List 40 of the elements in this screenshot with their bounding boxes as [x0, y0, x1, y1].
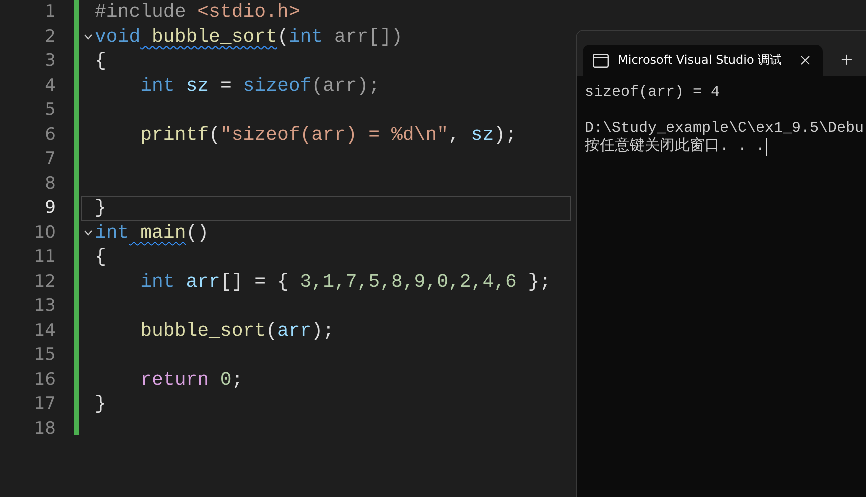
line-number: 16 — [34, 368, 56, 392]
line-number: 5 — [45, 99, 56, 122]
code-line: { — [95, 245, 106, 270]
line-number: 1 — [45, 1, 56, 24]
code-line: bubble_sort(arr); — [140, 318, 334, 343]
line-number: 17 — [34, 393, 56, 416]
line-number: 2 — [45, 26, 56, 48]
tab-title: Microsoft Visual Studio 调试 — [618, 52, 784, 69]
line-number: 11 — [34, 246, 56, 269]
code-line: { — [95, 49, 106, 74]
line-number: 12 — [34, 270, 56, 294]
new-tab-button[interactable] — [839, 52, 855, 68]
line-number: 15 — [34, 344, 56, 367]
line-number: 8 — [45, 172, 56, 196]
line-number: 9 — [45, 197, 56, 220]
code-line: } — [95, 196, 106, 220]
console-output-line: sizeof(arr) = 4 — [585, 84, 720, 102]
line-number: 14 — [34, 320, 56, 342]
console-output-line: D:\Study_example\C\ex1_9.5\Debu — [585, 120, 864, 137]
code-line: void bubble_sort(int arr[]) — [95, 24, 403, 49]
code-line: return 0; — [140, 368, 244, 392]
code-line: #include <stdio.h> — [95, 0, 300, 24]
code-line: int arr[] = { 3,1,7,5,8,9,0,2,4,6 }; — [140, 270, 552, 294]
line-number: 6 — [45, 124, 56, 146]
fold-chevron-icon[interactable] — [84, 230, 93, 236]
line-number: 10 — [34, 222, 56, 244]
code-line: printf("sizeof(arr) = %d\n", sz); — [140, 122, 517, 147]
code-line: int main() — [95, 220, 210, 245]
line-number: 4 — [45, 74, 56, 98]
line-number: 18 — [34, 418, 56, 440]
console-tab[interactable]: Microsoft Visual Studio 调试 — [583, 45, 823, 76]
line-number: 3 — [45, 50, 56, 73]
terminal-icon — [593, 54, 609, 68]
console-output-line: 按任意键关闭此窗口. . . — [585, 138, 766, 156]
text-cursor — [766, 138, 768, 156]
fold-chevron-icon[interactable] — [84, 34, 93, 40]
code-line: int sz = sizeof(arr); — [140, 74, 380, 98]
line-number: 7 — [45, 148, 56, 171]
code-line: } — [95, 392, 106, 416]
line-number: 13 — [34, 295, 56, 318]
